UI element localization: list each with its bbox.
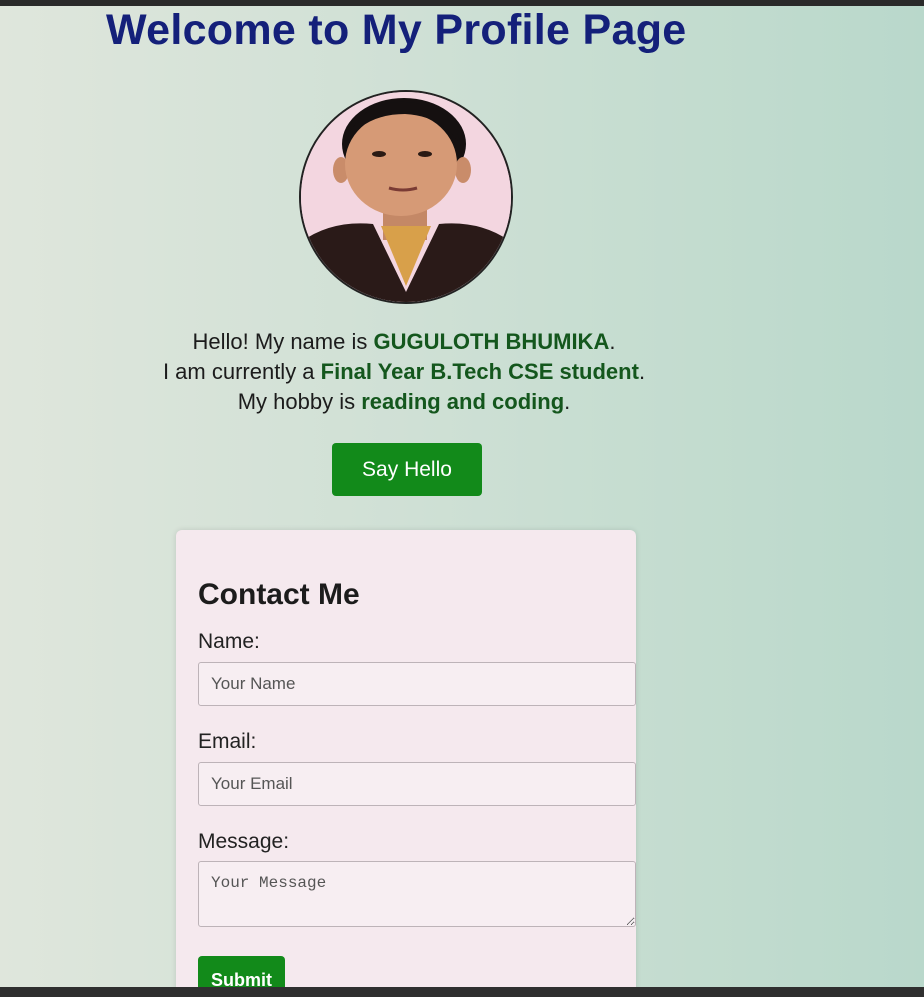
profile-hobby: reading and coding bbox=[361, 389, 565, 414]
profile-name: GUGULOTH BHUMIKA bbox=[373, 329, 610, 354]
intro-prefix-2: I am currently a bbox=[162, 359, 321, 384]
name-input[interactable] bbox=[198, 662, 636, 706]
profile-photo bbox=[299, 90, 513, 304]
contact-title: Contact Me bbox=[198, 578, 360, 611]
intro-prefix-3: My hobby is bbox=[237, 389, 362, 414]
contact-form-card: Contact Me Name: Email: Message: Submit bbox=[176, 530, 636, 997]
intro-line-status: I am currently a Final Year B.Tech CSE s… bbox=[100, 357, 708, 387]
email-label: Email: bbox=[198, 730, 257, 753]
intro-suffix-3: . bbox=[564, 389, 571, 414]
message-label: Message: bbox=[198, 830, 290, 853]
name-label: Name: bbox=[198, 630, 260, 653]
profile-status: Final Year B.Tech CSE student bbox=[320, 359, 639, 384]
intro-suffix-1: . bbox=[609, 329, 616, 354]
intro-suffix-2: . bbox=[638, 359, 646, 384]
person-silhouette-icon bbox=[301, 92, 511, 302]
intro-text: Hello! My name is GUGULOTH BHUMIKA. I am… bbox=[100, 327, 708, 417]
intro-line-hobby: My hobby is reading and coding. bbox=[100, 387, 708, 417]
email-input[interactable] bbox=[198, 762, 636, 806]
say-hello-button[interactable]: Say Hello bbox=[332, 443, 482, 496]
page-title: Welcome to My Profile Page bbox=[106, 6, 687, 54]
intro-line-name: Hello! My name is GUGULOTH BHUMIKA. bbox=[100, 327, 708, 357]
message-textarea[interactable] bbox=[198, 861, 636, 927]
window-bottom-edge bbox=[0, 987, 924, 997]
intro-prefix-1: Hello! My name is bbox=[192, 329, 374, 354]
